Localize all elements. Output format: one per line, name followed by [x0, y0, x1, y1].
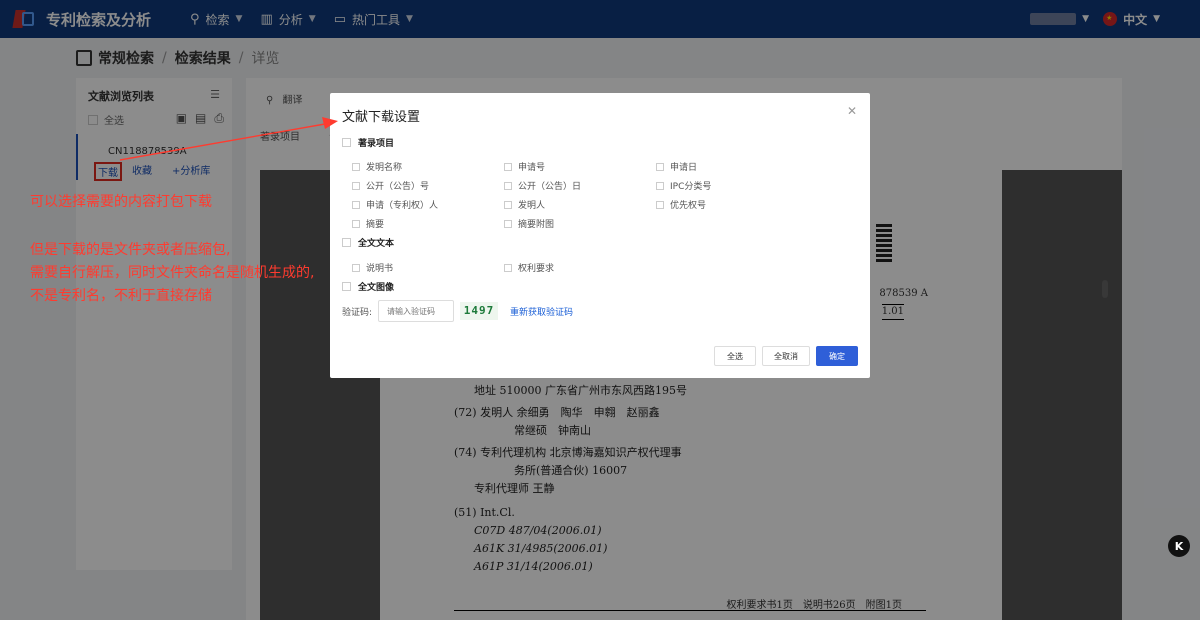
- checkbox[interactable]: [504, 181, 512, 190]
- option-application-date[interactable]: 申请日: [656, 160, 697, 173]
- checkbox[interactable]: [656, 200, 664, 209]
- captcha-input[interactable]: [378, 300, 454, 322]
- checkbox[interactable]: [352, 162, 360, 171]
- section-label: 全文文本: [358, 239, 395, 249]
- checkbox[interactable]: [352, 219, 360, 228]
- option-inventor[interactable]: 发明人: [504, 198, 545, 211]
- option-claims[interactable]: 权利要求: [504, 261, 554, 274]
- option-label: 公开（公告）号: [366, 182, 430, 192]
- checkbox[interactable]: [342, 138, 351, 147]
- annotation-text: 可以选择需要的内容打包下载: [30, 194, 212, 210]
- option-label: 申请号: [518, 163, 546, 173]
- close-icon[interactable]: ✕: [847, 104, 857, 118]
- checkbox[interactable]: [342, 282, 351, 291]
- option-label: 申请（专利权）人: [366, 201, 439, 211]
- option-label: 说明书: [366, 264, 394, 274]
- option-applicant[interactable]: 申请（专利权）人: [352, 198, 438, 211]
- annotation-text: 但是下载的是文件夹或者压缩包,: [30, 242, 231, 258]
- option-priority[interactable]: 优先权号: [656, 198, 706, 211]
- annotation-text: 不是专利名，不利于直接存储: [30, 288, 212, 304]
- option-label: 摘要附图: [518, 220, 555, 230]
- option-publication-date[interactable]: 公开（公告）日: [504, 179, 581, 192]
- option-label: 摘要: [366, 220, 385, 230]
- checkbox[interactable]: [504, 200, 512, 209]
- option-publication-number[interactable]: 公开（公告）号: [352, 179, 429, 192]
- option-title[interactable]: 发明名称: [352, 160, 402, 173]
- option-ipc[interactable]: IPC分类号: [656, 179, 711, 192]
- checkbox[interactable]: [656, 162, 664, 171]
- section-images[interactable]: 全文图像: [342, 280, 394, 293]
- option-label: 权利要求: [518, 264, 555, 274]
- section-fulltext[interactable]: 全文文本: [342, 236, 394, 249]
- checkbox[interactable]: [504, 219, 512, 228]
- captcha-image[interactable]: 1497: [460, 302, 498, 320]
- checkbox[interactable]: [504, 162, 512, 171]
- section-label: 著录项目: [358, 139, 395, 149]
- option-label: 申请日: [670, 163, 698, 173]
- select-all-button[interactable]: 全选: [714, 346, 756, 366]
- checkbox[interactable]: [342, 238, 351, 247]
- refresh-captcha-link[interactable]: 重新获取验证码: [510, 305, 573, 318]
- checkbox[interactable]: [504, 263, 512, 272]
- checkbox[interactable]: [656, 181, 664, 190]
- floating-assistant-icon[interactable]: K: [1168, 535, 1190, 557]
- download-settings-dialog: 文献下载设置 ✕ 著录项目 发明名称 申请号 申请日 公开（公告）号 公开（公告…: [330, 93, 870, 378]
- confirm-button[interactable]: 确定: [816, 346, 858, 366]
- option-label: IPC分类号: [670, 182, 712, 192]
- option-description[interactable]: 说明书: [352, 261, 393, 274]
- checkbox[interactable]: [352, 263, 360, 272]
- option-label: 优先权号: [670, 201, 707, 211]
- option-label: 公开（公告）日: [518, 182, 582, 192]
- annotation-text: 需要自行解压，同时文件夹命名是随机生成的,: [30, 265, 315, 281]
- checkbox[interactable]: [352, 200, 360, 209]
- option-label: 发明名称: [366, 163, 403, 173]
- option-abstract[interactable]: 摘要: [352, 217, 384, 230]
- cancel-all-button[interactable]: 全取消: [762, 346, 810, 366]
- dialog-title: 文献下载设置: [342, 110, 421, 125]
- option-abstract-figure[interactable]: 摘要附图: [504, 217, 554, 230]
- option-label: 发明人: [518, 201, 546, 211]
- captcha-label: 验证码:: [342, 308, 373, 318]
- section-bibliographic[interactable]: 著录项目: [342, 136, 394, 149]
- option-application-number[interactable]: 申请号: [504, 160, 545, 173]
- section-label: 全文图像: [358, 283, 395, 293]
- checkbox[interactable]: [352, 181, 360, 190]
